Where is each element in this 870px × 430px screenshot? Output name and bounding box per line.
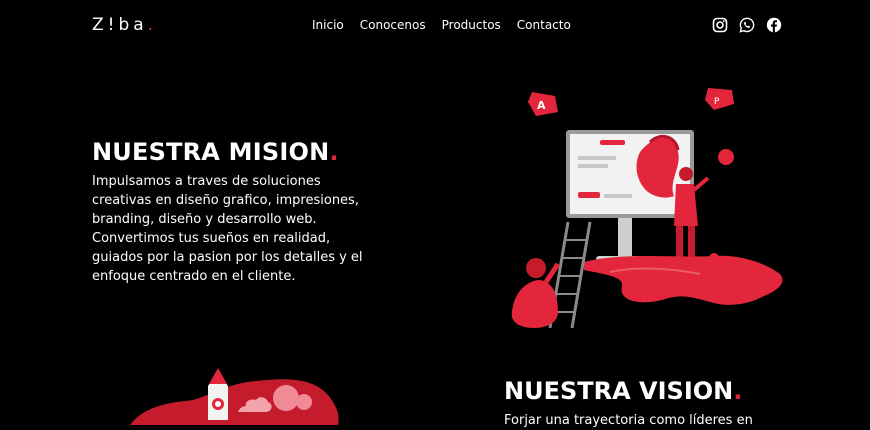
mission-illustration: A P	[500, 82, 785, 332]
nav-link-conocenos[interactable]: Conocenos	[360, 18, 426, 32]
vision-heading-dot: .	[733, 377, 743, 405]
mission-description: Impulsamos a traves de soluciones creati…	[92, 174, 363, 284]
brand-logo-dot: .	[147, 15, 158, 35]
brand-logo[interactable]: Z!ba.	[92, 15, 157, 35]
brand-logo-text: Z!ba	[92, 15, 148, 35]
whatsapp-icon[interactable]	[739, 17, 755, 33]
nav-link-productos[interactable]: Productos	[442, 18, 501, 32]
main-menu: Inicio Conocenos Productos Contacto	[312, 18, 571, 32]
nav-link-inicio[interactable]: Inicio	[312, 18, 344, 32]
vision-description: Forjar una trayectoria como líderes en	[504, 413, 753, 428]
instagram-icon[interactable]	[712, 17, 728, 33]
facebook-icon[interactable]	[766, 17, 782, 33]
social-links	[712, 17, 782, 33]
top-navbar: Z!ba. Inicio Conocenos Productos Contact…	[0, 0, 870, 50]
mission-heading-text: NUESTRA MISION	[92, 138, 330, 166]
svg-text:P: P	[714, 97, 720, 107]
mission-heading-dot: .	[329, 138, 339, 166]
vision-heading-text: NUESTRA VISION	[504, 377, 734, 405]
vision-heading: NUESTRA VISION.	[504, 377, 742, 405]
vision-illustration	[120, 362, 350, 425]
mission-heading: NUESTRA MISION.	[92, 138, 339, 166]
nav-link-contacto[interactable]: Contacto	[517, 18, 571, 32]
svg-text:A: A	[537, 99, 546, 112]
